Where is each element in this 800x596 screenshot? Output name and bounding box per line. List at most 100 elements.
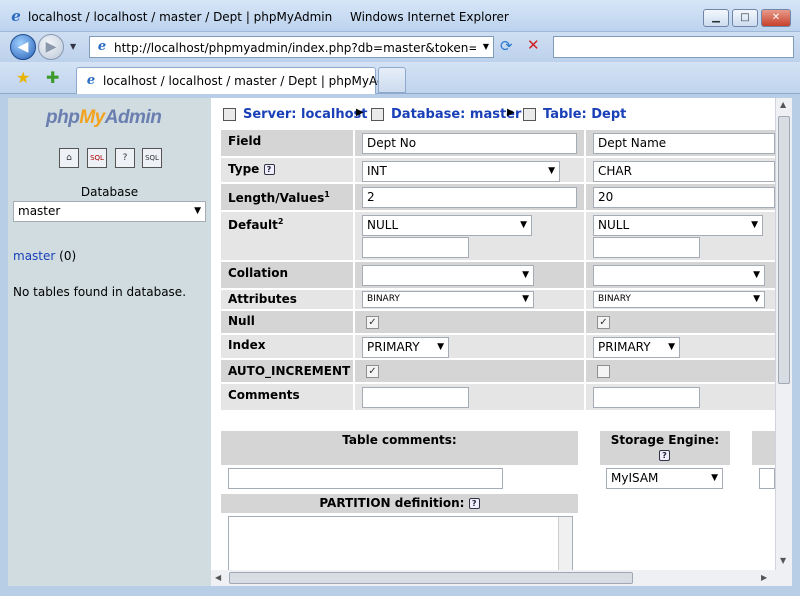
address-bar: ◀ ▶ ▼ e http://localhost/phpmyadmin/inde… [0,32,800,62]
index-select[interactable]: PRIMARY ▼ [362,337,449,358]
partition-textarea[interactable] [228,516,573,576]
label-index: Index [228,338,266,352]
database-label: Database [80,185,139,199]
storage-engine-label: Storage Engine: [610,433,720,447]
label-attributes: Attributes [228,292,297,306]
forward-button[interactable]: ▶ [38,34,64,60]
collation-select[interactable]: ▼ [593,265,765,286]
close-button[interactable]: ✕ [761,9,791,27]
url-dropdown-icon[interactable]: ▼ [483,42,489,51]
type-select[interactable]: INT ▼ [362,161,560,182]
vertical-scroll-thumb[interactable] [778,116,790,384]
back-button[interactable]: ◀ [10,34,36,60]
vertical-scrollbar[interactable]: ▲ ▼ [775,98,792,570]
recent-pages-dropdown-icon[interactable]: ▼ [70,42,76,51]
auto-increment-checkbox[interactable]: ✓ [366,365,379,378]
db-entry: master (0) [13,249,76,263]
length-input[interactable]: 2 [362,187,577,208]
db-table-count: (0) [59,249,77,263]
table-collation-select[interactable] [759,468,775,489]
stop-icon[interactable]: ✕ [527,36,540,54]
database-icon [371,108,384,121]
left-navigation: phpMyAdmin ⌂ SQL ? SQL Database master ▼ … [8,98,211,586]
db-link-master[interactable]: master [13,249,55,263]
null-checkbox[interactable]: ✓ [597,316,610,329]
refresh-icon[interactable]: ⟳ [500,37,513,55]
url-text: http://localhost/phpmyadmin/index.php?db… [114,41,476,55]
breadcrumb-server[interactable]: Server: localhost [243,107,367,122]
collation-select[interactable]: ▼ [362,265,534,286]
home-icon[interactable]: ⌂ [59,148,79,168]
tabs-bar: ★ ✚ e localhost / localhost / master / D… [0,62,800,94]
default-value-input[interactable] [593,237,700,258]
index-select[interactable]: PRIMARY ▼ [593,337,680,358]
label-type: Type ? [228,162,275,176]
scroll-up-icon[interactable]: ▲ [780,100,786,109]
partition-label: PARTITION definition: ? [221,496,578,510]
new-tab-button[interactable] [378,67,406,93]
window-title: localhost / localhost / master / Dept | … [28,10,333,24]
row-index [221,335,775,358]
breadcrumb-separator-icon: ▶ [507,107,515,118]
add-favorites-icon[interactable]: ✚ [46,68,59,87]
table-icon [523,108,536,121]
default-select[interactable]: NULL ▼ [362,215,532,236]
scroll-right-icon[interactable]: ▶ [761,573,767,582]
horizontal-scrollbar[interactable]: ◀ ▶ [211,570,775,586]
type-help-icon[interactable]: ? [263,164,275,175]
partition-help-icon[interactable]: ? [468,498,480,509]
breadcrumb-database[interactable]: Database: master [391,107,521,122]
row-null [221,311,775,333]
scroll-down-icon[interactable]: ▼ [780,556,786,565]
storage-engine-help-icon[interactable]: ? [659,450,670,461]
url-input[interactable]: e http://localhost/phpmyadmin/index.php?… [89,36,494,58]
maximize-button[interactable]: □ [732,9,758,27]
label-null: Null [228,314,255,328]
attributes-select[interactable]: BINARY ▼ [593,291,765,308]
table-comments-input[interactable] [228,468,503,489]
server-icon [223,108,236,121]
collation-header [752,431,775,465]
no-tables-message: No tables found in database. [13,285,187,299]
favorites-star-icon[interactable]: ★ [16,68,30,87]
field-name-input[interactable]: Dept Name [593,133,775,154]
help-icon[interactable]: ? [115,148,135,168]
label-length: Length/Values1 [228,190,330,205]
app-name: Windows Internet Explorer [350,10,509,24]
scroll-corner [775,570,792,586]
type-select[interactable]: CHAR [593,161,775,182]
label-comments: Comments [228,388,300,402]
null-checkbox[interactable]: ✓ [366,316,379,329]
tab-label: localhost / localhost / master / Dept | … [103,74,397,88]
tab-current[interactable]: e localhost / localhost / master / Dept … [76,67,396,94]
tab-page-icon: e [86,73,96,88]
search-input[interactable] [553,36,794,58]
field-name-input[interactable]: Dept No [362,133,577,154]
attributes-select[interactable]: BINARY ▼ [362,291,534,308]
label-collation: Collation [228,266,289,280]
table-comments-label: Table comments: [342,433,457,447]
breadcrumb-table[interactable]: Table: Dept [543,107,626,122]
label-default: Default2 [228,217,284,232]
phpmyadmin-logo[interactable]: phpMyAdmin [46,107,162,129]
sql-docs-icon[interactable]: SQL [142,148,162,168]
default-select[interactable]: NULL ▼ [593,215,763,236]
column-divider [353,130,355,410]
ie-logo-icon: e [11,7,21,25]
scroll-left-icon[interactable]: ◀ [215,573,221,582]
minimize-button[interactable]: ▁ [703,9,729,27]
column-divider [584,130,586,410]
comments-input[interactable] [593,387,700,408]
label-auto-increment: AUTO_INCREMENT [228,364,351,378]
sql-query-icon[interactable]: SQL [87,148,107,168]
length-input[interactable]: 20 [593,187,775,208]
horizontal-scroll-thumb[interactable] [229,572,633,584]
database-select[interactable]: master ▼ [13,201,206,222]
label-field: Field [228,134,262,148]
storage-engine-select[interactable]: MyISAM ▼ [606,468,723,489]
auto-increment-checkbox[interactable] [597,365,610,378]
breadcrumb-separator-icon: ▶ [356,107,364,118]
comments-input[interactable] [362,387,469,408]
title-bar: e localhost / localhost / master / Dept … [0,0,800,32]
default-value-input[interactable] [362,237,469,258]
